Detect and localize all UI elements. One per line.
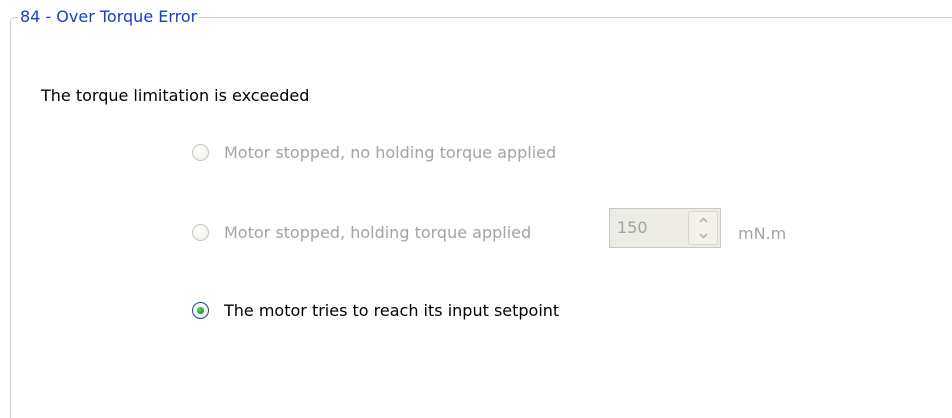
group-box-frame (10, 17, 952, 418)
option-holding-torque[interactable]: Motor stopped, holding torque applied (192, 220, 531, 244)
option-no-holding-torque[interactable]: Motor stopped, no holding torque applied (192, 140, 556, 164)
holding-torque-value[interactable]: 150 (617, 219, 648, 237)
option-label: Motor stopped, no holding torque applied (224, 142, 557, 162)
spin-buttons (688, 211, 718, 245)
radio-button[interactable] (192, 143, 209, 161)
radio-button-selected[interactable] (192, 301, 209, 319)
radio-button[interactable] (192, 223, 209, 241)
option-reach-setpoint[interactable]: The motor tries to reach its input setpo… (192, 298, 559, 322)
chevron-down-icon[interactable] (689, 228, 717, 244)
torque-unit-label: mN.m (738, 224, 787, 243)
option-label: The motor tries to reach its input setpo… (224, 300, 560, 320)
option-label: Motor stopped, holding torque applied (224, 222, 532, 242)
holding-torque-spinbox[interactable]: 150 (609, 208, 721, 248)
group-box-title: 84 - Over Torque Error (18, 6, 200, 28)
chevron-up-icon[interactable] (689, 212, 717, 228)
error-description: The torque limitation is exceeded (41, 86, 310, 105)
radio-selected-dot (197, 306, 204, 314)
